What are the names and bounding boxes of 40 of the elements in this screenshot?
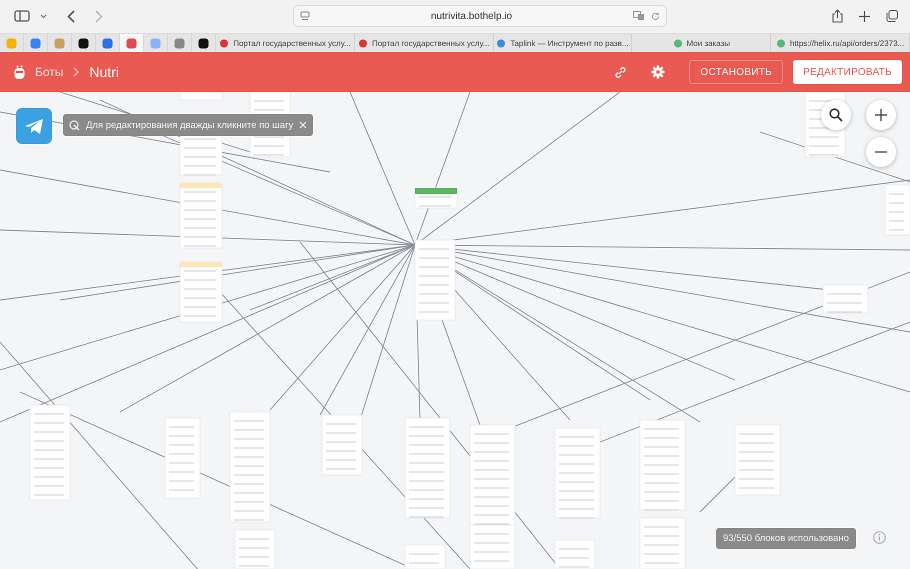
link-icon[interactable] bbox=[614, 66, 628, 79]
site-icon bbox=[496, 38, 506, 48]
site-icon bbox=[219, 38, 230, 48]
blocks-usage-label: 93/550 блоков использовано bbox=[716, 528, 856, 549]
url-text: nutrivita.bothelp.io bbox=[430, 10, 514, 22]
chevron-right-icon bbox=[73, 67, 80, 78]
translate-icon[interactable] bbox=[633, 11, 645, 22]
search-icon bbox=[829, 108, 843, 122]
plus-icon[interactable] bbox=[859, 10, 870, 22]
site-icon bbox=[78, 38, 89, 49]
site-icon bbox=[102, 38, 113, 49]
settings-icon[interactable] bbox=[651, 65, 666, 80]
bot-logo-icon bbox=[14, 64, 25, 80]
zoom-in-button[interactable] bbox=[866, 100, 896, 130]
double-click-icon bbox=[69, 120, 80, 130]
chevron-down-icon[interactable] bbox=[40, 14, 47, 19]
site-icon bbox=[6, 38, 17, 49]
close-icon[interactable] bbox=[299, 121, 308, 129]
site-icon bbox=[198, 38, 209, 49]
site-icon bbox=[672, 38, 683, 48]
reload-icon[interactable] bbox=[651, 12, 660, 21]
site-icon bbox=[776, 38, 786, 48]
address-bar[interactable]: nutrivita.bothelp.io bbox=[293, 5, 667, 28]
back-icon[interactable] bbox=[67, 10, 75, 23]
info-icon[interactable] bbox=[873, 531, 886, 544]
page-icon bbox=[300, 11, 310, 22]
share-icon[interactable] bbox=[832, 9, 843, 24]
tabs-overview-icon[interactable] bbox=[886, 10, 898, 22]
site-icon bbox=[54, 38, 65, 49]
site-icon bbox=[126, 38, 137, 49]
telegram-icon bbox=[16, 108, 52, 144]
bot-title: Nutri bbox=[89, 64, 119, 80]
site-icon bbox=[150, 38, 161, 49]
plus-icon bbox=[875, 109, 887, 121]
minus-icon bbox=[875, 151, 887, 153]
site-icon bbox=[30, 38, 41, 49]
hint-text: Для редактирования дважды кликните по шагу bbox=[86, 120, 294, 130]
sidebar-icon[interactable] bbox=[14, 10, 30, 22]
site-icon bbox=[174, 38, 185, 49]
site-icon bbox=[358, 38, 368, 48]
